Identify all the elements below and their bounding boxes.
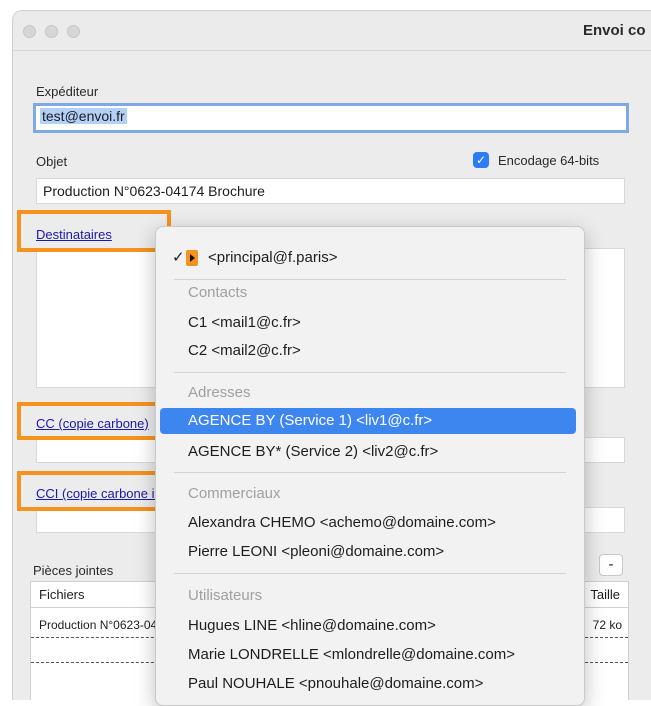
attachment-file-name: Production N°0623-04174 Brochure.pdf — [39, 618, 161, 632]
zoom-window-icon[interactable] — [67, 25, 80, 38]
sender-label: Expéditeur — [36, 84, 99, 99]
menu-header-contacts: Contacts — [188, 284, 248, 301]
remove-attachment-button[interactable]: - — [599, 554, 623, 576]
attachment-file-size: 72 ko — [592, 618, 622, 632]
subject-value: Production N°0623-04174 Brochure — [43, 183, 265, 199]
encoding-label: Encodage 64-bits — [498, 153, 600, 168]
cc-highlight — [17, 402, 171, 440]
attachments-label: Pièces jointes — [33, 563, 114, 578]
menu-item[interactable]: Alexandra CHEMO <achemo@domaine.com> — [160, 510, 576, 536]
subject-field[interactable]: Production N°0623-04174 Brochure — [36, 178, 625, 204]
title-bar: Envoi co — [13, 11, 651, 51]
menu-item[interactable]: Pierre LEONI <pleoni@domaine.com> — [160, 539, 576, 565]
encoding-checkbox[interactable]: ✓ — [473, 152, 489, 168]
menu-item[interactable]: AGENCE BY* (Service 2) <liv2@c.fr> — [160, 439, 576, 465]
menu-item-current[interactable]: ✓ <principal@f.paris> — [160, 245, 576, 271]
sender-value: test@envoi.fr — [40, 108, 127, 124]
subject-label: Objet — [36, 154, 68, 169]
minimize-window-icon[interactable] — [45, 25, 58, 38]
menu-item[interactable]: C2 <mail2@c.fr> — [160, 338, 576, 364]
cci-highlight — [17, 471, 171, 511]
window-title: Envoi co — [583, 22, 646, 39]
recipient-popup-menu: ✓ <principal@f.paris> Contacts C1 <mail1… — [155, 226, 585, 706]
checkmark-icon: ✓ — [172, 249, 185, 266]
menu-item[interactable]: C1 <mail1@c.fr> — [160, 310, 576, 336]
menu-separator — [174, 472, 566, 473]
menu-item[interactable]: Marie LONDRELLE <mlondrelle@domaine.com> — [160, 642, 576, 668]
checkmark-icon: ✓ — [475, 153, 487, 167]
menu-item-selected[interactable]: AGENCE BY (Service 1) <liv1@c.fr> — [160, 408, 576, 434]
menu-header-adresses: Adresses — [188, 384, 251, 401]
menu-separator — [174, 573, 566, 574]
column-header-files[interactable]: Fichiers — [31, 582, 171, 608]
close-window-icon[interactable] — [23, 25, 36, 38]
menu-item-label: <principal@f.paris> — [208, 249, 338, 266]
menu-item[interactable]: Paul NOUHALE <pnouhale@domaine.com> — [160, 671, 576, 697]
menu-header-commerciaux: Commerciaux — [188, 485, 281, 502]
menu-header-utilisateurs: Utilisateurs — [188, 587, 263, 604]
play-marker-icon — [186, 250, 198, 266]
recipients-highlight — [17, 210, 171, 252]
menu-item[interactable]: Hugues LINE <hline@domaine.com> — [160, 613, 576, 639]
menu-separator — [174, 372, 566, 373]
sender-field[interactable]: test@envoi.fr — [33, 103, 629, 133]
